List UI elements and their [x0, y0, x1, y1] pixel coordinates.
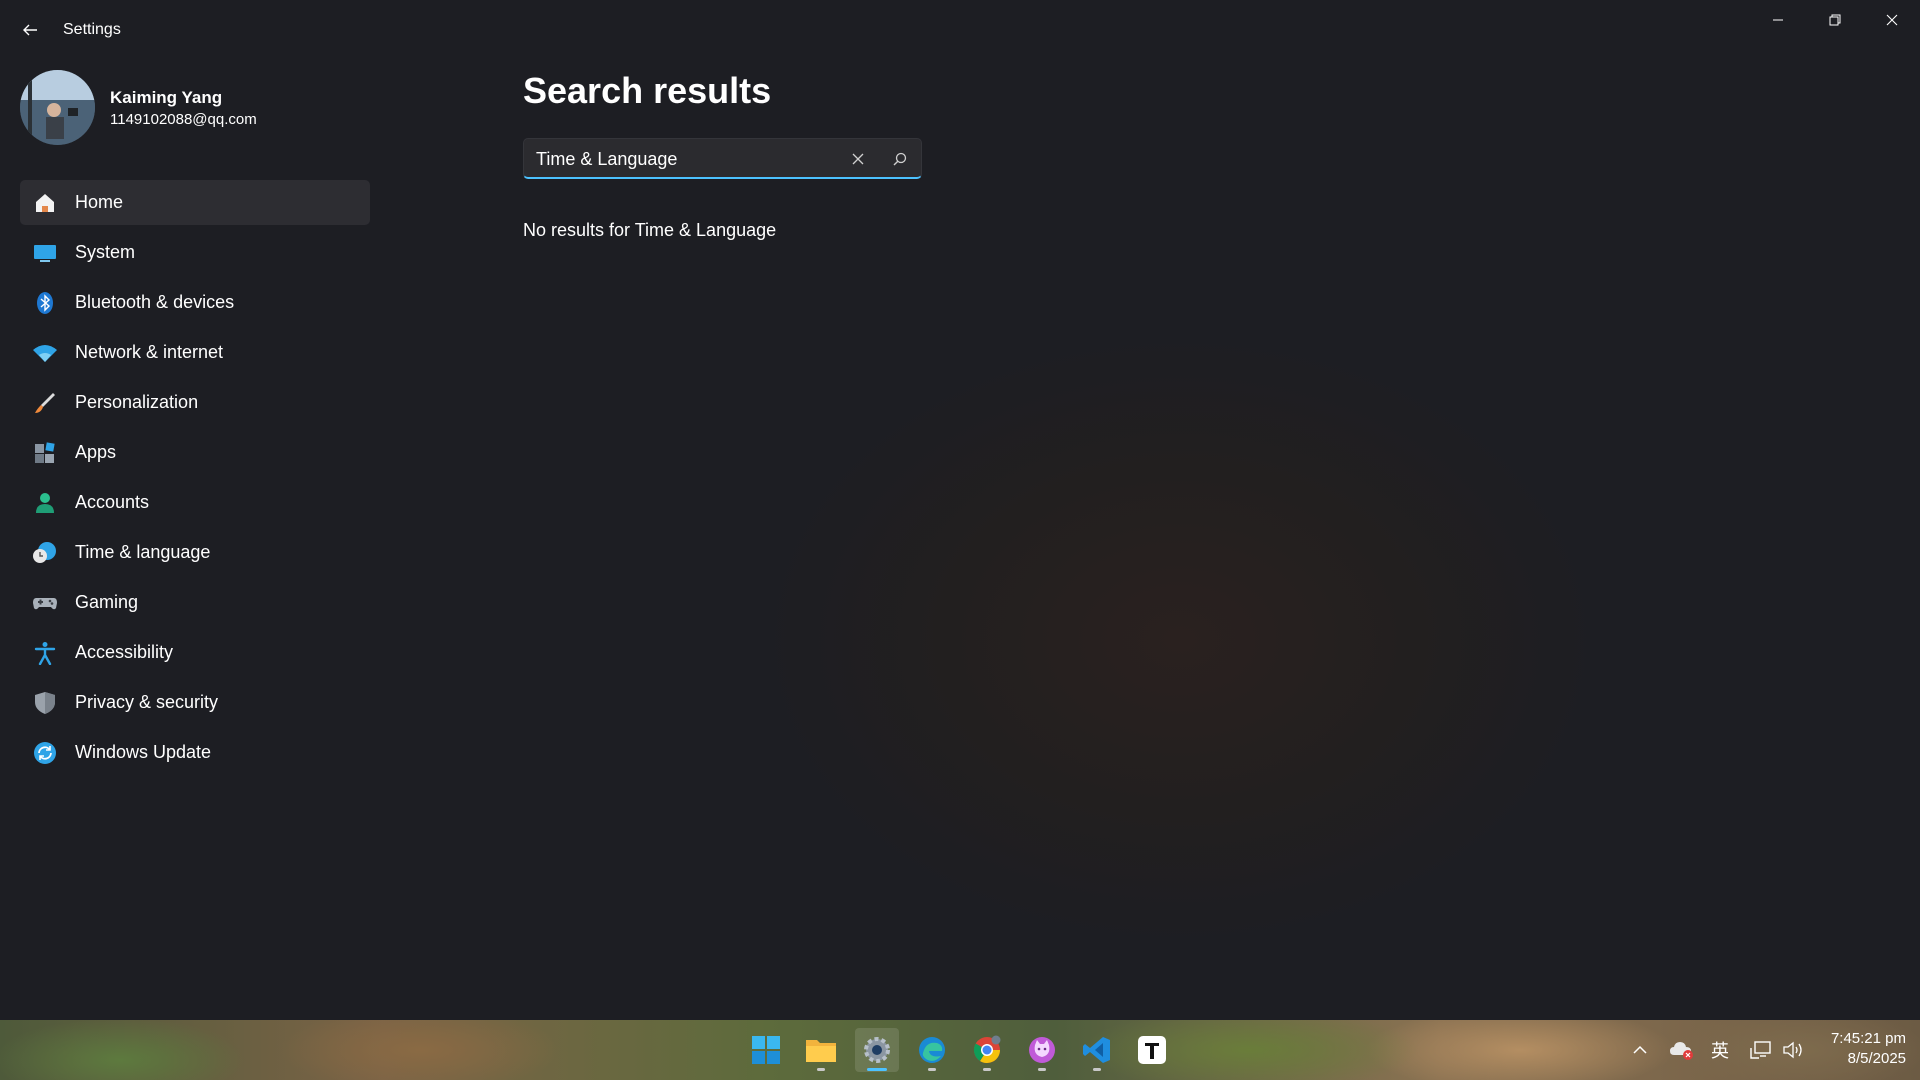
sidebar-item-windows-update[interactable]: Windows Update [20, 730, 370, 775]
sidebar-item-label: Home [75, 192, 124, 212]
restore-icon [1829, 14, 1840, 26]
sidebar-item-accounts[interactable]: Accounts [20, 480, 370, 525]
taskbar-chrome[interactable] [965, 1028, 1009, 1072]
taskbar-edge[interactable] [910, 1028, 954, 1072]
sidebar-item-apps[interactable]: Apps [20, 430, 370, 475]
volume-tray[interactable] [1780, 1034, 1806, 1066]
globe-clock-icon [32, 540, 58, 566]
typora-icon [1138, 1036, 1166, 1064]
running-indicator [928, 1068, 936, 1071]
sidebar-nav: Home System Bluetooth & devices Network … [20, 180, 370, 780]
page-title: Search results [523, 70, 772, 111]
sidebar-item-personalization[interactable]: Personalization [20, 380, 370, 425]
sidebar-item-label: Personalization [75, 392, 199, 412]
profile-email: 1149102088@qq.com [110, 111, 257, 128]
title-bar: Settings [0, 0, 1920, 60]
refresh-icon [32, 740, 58, 766]
sidebar-item-bluetooth[interactable]: Bluetooth & devices [20, 280, 370, 325]
minimize-button[interactable] [1749, 0, 1806, 40]
apps-icon [32, 440, 58, 466]
person-icon [32, 490, 58, 516]
file-explorer-icon [806, 1040, 836, 1062]
bluetooth-icon [32, 290, 58, 316]
back-arrow-icon [23, 24, 37, 36]
sidebar-item-label: Time & language [75, 542, 211, 562]
chevron-up-icon [1633, 1045, 1647, 1054]
running-indicator [1093, 1068, 1101, 1071]
clear-search-button[interactable] [842, 145, 874, 173]
sidebar-item-label: Accessibility [75, 642, 174, 662]
cloud-error-icon [1670, 1042, 1693, 1060]
settings-window: Settings Kaiming Yang 1149102088@qq.com … [0, 0, 1920, 1020]
sidebar-item-label: Windows Update [75, 742, 212, 762]
minimize-icon [1772, 19, 1783, 21]
taskbar-settings[interactable] [855, 1028, 899, 1072]
network-icon [1750, 1041, 1771, 1059]
sidebar-item-privacy[interactable]: Privacy & security [20, 680, 370, 725]
search-box [523, 138, 922, 179]
user-profile[interactable]: Kaiming Yang 1149102088@qq.com [20, 70, 360, 146]
taskbar-cat-app[interactable] [1020, 1028, 1064, 1072]
restore-button[interactable] [1806, 0, 1863, 40]
show-hidden-icons-button[interactable] [1628, 1034, 1652, 1066]
volume-icon [1783, 1041, 1802, 1059]
home-icon [32, 190, 58, 216]
taskbar-vscode[interactable] [1075, 1028, 1119, 1072]
taskbar: 英 7:45:21 pm 8/5/2025 [0, 1020, 1920, 1080]
close-icon [852, 153, 864, 165]
sidebar-item-network[interactable]: Network & internet [20, 330, 370, 375]
search-button[interactable] [884, 145, 916, 173]
ime-indicator[interactable]: 英 [1708, 1034, 1732, 1066]
start-icon [752, 1036, 780, 1064]
sidebar-item-label: Network & internet [75, 342, 224, 362]
settings-icon [864, 1037, 890, 1063]
chrome-icon [973, 1035, 1001, 1064]
running-indicator [983, 1068, 991, 1071]
close-icon [1886, 14, 1897, 26]
taskbar-file-explorer[interactable] [799, 1028, 843, 1072]
cat-app-icon [1029, 1037, 1055, 1063]
start-button[interactable] [744, 1028, 788, 1072]
edge-icon [919, 1037, 945, 1063]
sidebar-item-label: System [75, 242, 136, 262]
sidebar-item-time-language[interactable]: Time & language [20, 530, 370, 575]
network-tray[interactable] [1748, 1034, 1774, 1066]
no-results-message: No results for Time & Language [523, 220, 777, 240]
clock-date[interactable]: 8/5/2025 [1810, 1050, 1906, 1067]
shield-icon [32, 690, 58, 716]
sidebar-item-system[interactable]: System [20, 230, 370, 275]
running-indicator [817, 1068, 825, 1071]
wifi-icon [32, 340, 58, 366]
accessibility-icon [32, 640, 58, 666]
sidebar-item-label: Bluetooth & devices [75, 292, 235, 312]
sidebar-item-label: Apps [75, 442, 117, 462]
clock-time[interactable]: 7:45:21 pm [1810, 1030, 1906, 1047]
search-input[interactable] [536, 145, 836, 173]
sidebar-item-label: Gaming [75, 592, 139, 612]
monitor-icon [32, 240, 58, 266]
onedrive-tray[interactable] [1668, 1034, 1696, 1066]
back-button[interactable] [14, 14, 46, 46]
app-title: Settings [63, 21, 121, 38]
brush-icon [32, 390, 58, 416]
avatar[interactable] [20, 70, 95, 145]
avatar-photo-icon [20, 70, 95, 145]
sidebar-item-gaming[interactable]: Gaming [20, 580, 370, 625]
vscode-icon [1083, 1037, 1110, 1063]
gamepad-icon [32, 590, 58, 616]
sidebar-item-label: Accounts [75, 492, 150, 512]
active-indicator [867, 1068, 887, 1071]
sidebar-item-label: Privacy & security [75, 692, 219, 712]
sidebar-item-home[interactable]: Home [20, 180, 370, 225]
profile-name: Kaiming Yang [110, 88, 223, 107]
taskbar-typora[interactable] [1130, 1028, 1174, 1072]
running-indicator [1038, 1068, 1046, 1071]
search-icon [893, 152, 907, 166]
sidebar-item-accessibility[interactable]: Accessibility [20, 630, 370, 675]
close-button[interactable] [1863, 0, 1920, 40]
